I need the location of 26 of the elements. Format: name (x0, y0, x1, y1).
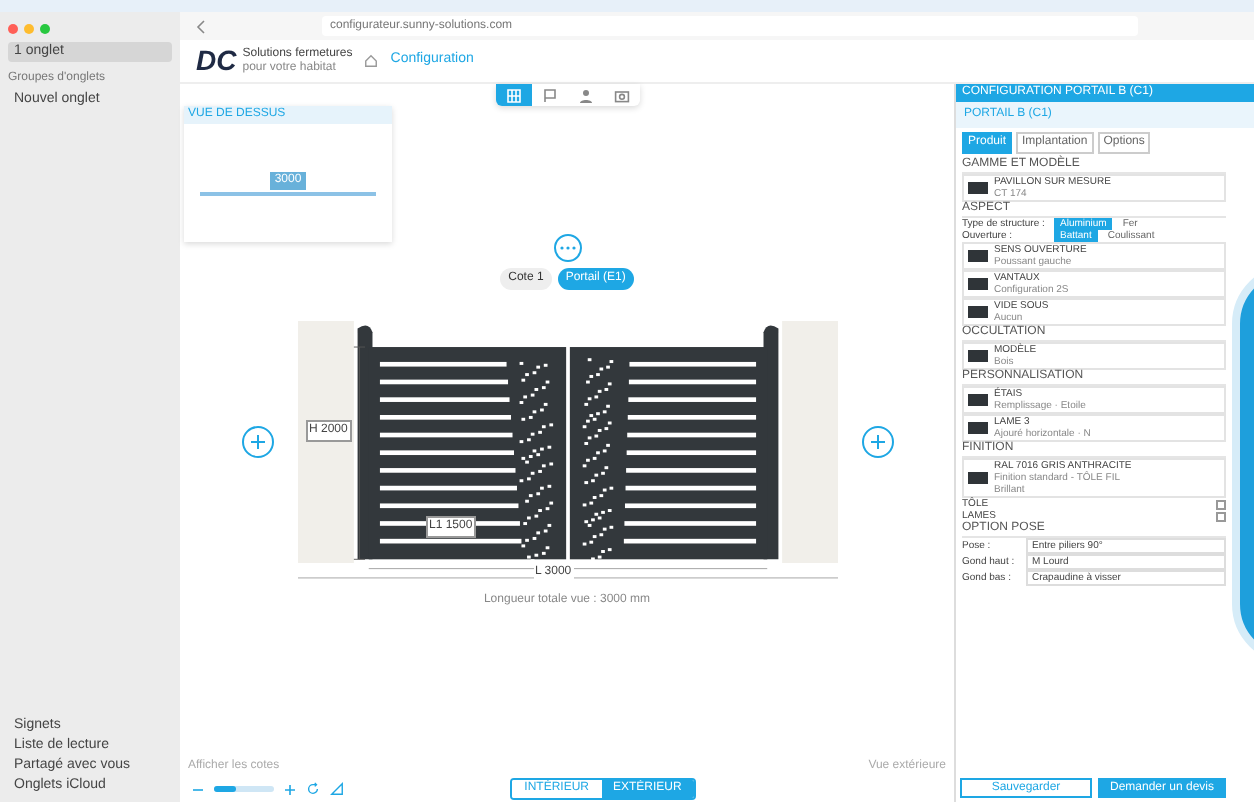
zoom-slider[interactable] (214, 786, 274, 792)
add-button[interactable] (861, 426, 893, 458)
reset-view-icon[interactable] (306, 782, 320, 796)
checkbox[interactable] (1216, 499, 1226, 509)
ruler-icon[interactable] (330, 782, 344, 796)
zoom-out-icon[interactable] (192, 783, 204, 795)
grid-icon (505, 87, 521, 103)
thumbnail-placeholder (968, 350, 988, 362)
camera-icon (613, 87, 629, 103)
view-tab[interactable] (495, 84, 531, 106)
thumbnail-placeholder (968, 472, 988, 484)
checkbox[interactable] (1216, 511, 1226, 521)
back-icon[interactable] (196, 19, 206, 33)
home-icon[interactable] (364, 54, 379, 68)
brand-logo[interactable]: DC (196, 40, 237, 82)
zoom-in-icon[interactable] (284, 783, 296, 795)
thumbnail-placeholder (968, 182, 988, 194)
flag-icon (541, 87, 557, 103)
plus-icon (869, 434, 885, 450)
plus-icon (249, 434, 265, 450)
more-options-button[interactable] (553, 234, 581, 262)
zoom-window-icon[interactable] (40, 23, 50, 33)
add-button[interactable] (241, 426, 273, 458)
close-window-icon[interactable] (8, 23, 18, 33)
person-icon (577, 87, 593, 103)
minimize-window-icon[interactable] (24, 23, 34, 33)
